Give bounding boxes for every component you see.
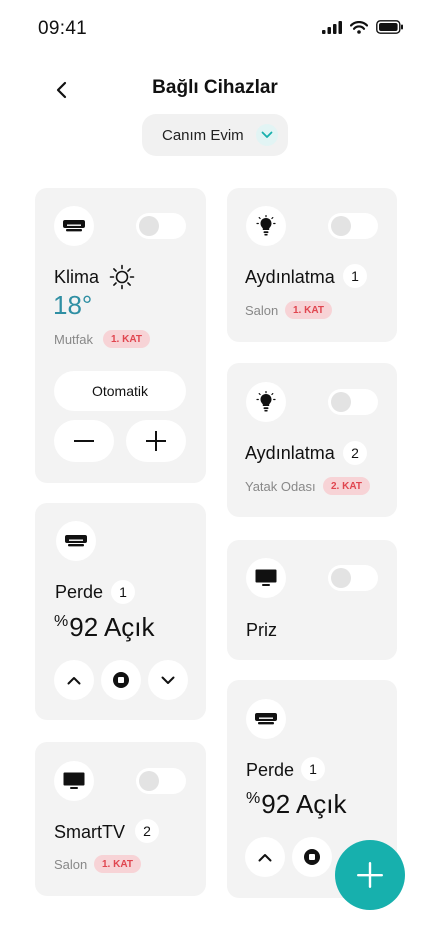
open-percentage: % 92 Açık — [54, 612, 155, 643]
toggle-knob — [331, 216, 351, 236]
minus-icon — [74, 440, 94, 442]
page-title: Bağlı Cihazlar — [152, 77, 278, 98]
curtain-icon — [56, 521, 96, 561]
klima-toggle[interactable] — [136, 213, 186, 239]
open-percentage: % 92 Açık — [246, 789, 347, 820]
open-status: 92 Açık — [69, 612, 155, 642]
toggle-knob — [331, 392, 351, 412]
toggle-knob — [139, 216, 159, 236]
percent-sign: % — [246, 790, 261, 807]
floor-badge: 2. KAT — [323, 477, 370, 495]
plus-icon — [357, 862, 383, 888]
room-label: Mutfak — [54, 332, 94, 347]
chevron-up-icon — [258, 853, 272, 861]
device-name: Aydınlatma — [245, 267, 335, 287]
toggle-knob — [139, 771, 159, 791]
chevron-down-icon — [256, 124, 278, 146]
status-bar: 09:41 — [0, 0, 430, 56]
toggle-knob — [331, 568, 351, 588]
curtain-icon — [246, 699, 286, 739]
air-conditioner-icon — [54, 206, 94, 246]
curtain-stop-button[interactable] — [101, 660, 141, 700]
sun-icon — [109, 264, 135, 290]
status-icons — [322, 20, 404, 34]
temperature-value: 18° — [53, 290, 93, 320]
aydinlatma-1-toggle[interactable] — [328, 213, 378, 239]
room-label: Salon — [54, 857, 88, 872]
curtain-stop-button[interactable] — [292, 837, 332, 877]
room-label: Salon — [245, 303, 279, 318]
device-name: Perde — [55, 582, 104, 602]
stop-icon — [304, 849, 320, 865]
floor-badge: 1. KAT — [94, 855, 141, 873]
home-selector[interactable]: Canım Evim — [142, 114, 288, 156]
home-selector-value: Canım Evim — [162, 126, 244, 144]
light-bulb-icon — [246, 382, 286, 422]
monitor-icon — [246, 558, 286, 598]
increase-temp-button[interactable] — [126, 420, 186, 462]
percent-sign: % — [54, 613, 69, 630]
device-count-badge: 1 — [301, 757, 325, 781]
floor-badge: 1. KAT — [103, 330, 150, 348]
curtain-up-button[interactable] — [245, 837, 285, 877]
signal-icon — [322, 20, 342, 34]
device-name: Perde — [246, 760, 295, 780]
add-device-button[interactable] — [335, 840, 405, 910]
stop-icon — [113, 672, 129, 688]
battery-icon — [376, 20, 403, 34]
smarttv-toggle[interactable] — [136, 768, 186, 794]
status-time: 09:41 — [38, 18, 88, 39]
device-name: SmartTV — [54, 822, 126, 842]
floor-badge: 1. KAT — [285, 301, 332, 319]
device-card-priz[interactable] — [227, 540, 397, 660]
device-name: Priz — [246, 620, 277, 640]
header: Bağlı Cihazlar — [0, 70, 430, 110]
chevron-up-icon — [67, 676, 81, 684]
priz-toggle[interactable] — [328, 565, 378, 591]
open-status: 92 Açık — [261, 789, 347, 819]
wifi-icon — [350, 20, 368, 34]
light-bulb-icon — [246, 206, 286, 246]
device-name: Aydınlatma — [245, 443, 335, 463]
mode-button[interactable]: Otomatik — [54, 371, 186, 411]
device-name: Klima — [54, 267, 100, 287]
plus-icon — [146, 431, 166, 451]
device-count-badge: 2 — [343, 441, 367, 465]
device-count-badge: 1 — [343, 264, 367, 288]
curtain-down-button[interactable] — [148, 660, 188, 700]
tv-icon — [54, 761, 94, 801]
chevron-down-icon — [161, 676, 175, 684]
curtain-up-button[interactable] — [54, 660, 94, 700]
device-count-badge: 1 — [111, 580, 135, 604]
device-count-badge: 2 — [135, 819, 159, 843]
room-label: Yatak Odası — [245, 479, 316, 494]
aydinlatma-2-toggle[interactable] — [328, 389, 378, 415]
decrease-temp-button[interactable] — [54, 420, 114, 462]
